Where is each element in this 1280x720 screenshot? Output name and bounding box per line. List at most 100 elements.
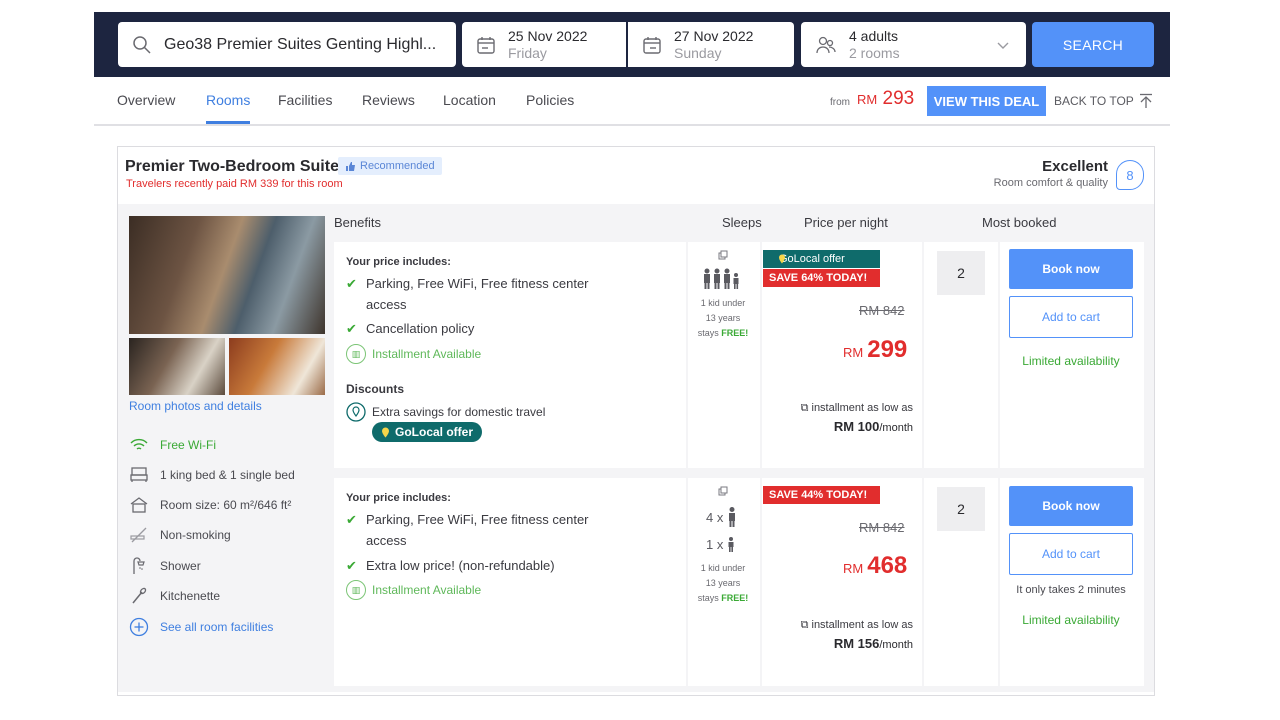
discount-tag: SAVE 44% TODAY! <box>763 486 880 504</box>
discount-item: Extra savings for domestic travel <box>346 402 545 422</box>
benefit-item[interactable]: ✔ Cancellation policy <box>346 318 676 339</box>
search-icon <box>133 35 151 54</box>
add-to-cart-button[interactable]: Add to cart <box>1009 533 1133 575</box>
booking-time-note: It only takes 2 minutes <box>1016 584 1126 596</box>
room-photo-main[interactable] <box>129 216 325 334</box>
price-includes-title: Your price includes: <box>346 492 451 504</box>
active-tab-indicator <box>206 121 250 124</box>
back-to-top-link[interactable]: BACK TO TOP <box>1054 93 1153 109</box>
book-now-button[interactable]: Book now <box>1009 486 1133 526</box>
discounts-title: Discounts <box>346 382 405 396</box>
rooms-count: 2 rooms <box>849 44 900 61</box>
rating-score: 8 <box>1116 160 1144 190</box>
facility-shower: Shower <box>129 557 201 575</box>
hotel-name: Geo38 Premier Suites Genting Highl... <box>164 35 437 53</box>
shower-icon <box>133 557 145 574</box>
wifi-icon <box>130 438 148 450</box>
child-icon <box>728 537 734 552</box>
house-icon <box>130 497 148 513</box>
info-icon[interactable] <box>718 250 728 260</box>
facility-beds: 1 king bed & 1 single bed <box>129 467 295 483</box>
rating-subtitle: Room comfort & quality <box>993 177 1108 189</box>
facility-room-size: Room size: 60 m²/646 ft² <box>129 497 291 513</box>
facility-kitchenette: Kitchenette <box>129 587 220 605</box>
facility-wifi: Free Wi-Fi <box>129 438 216 452</box>
tab-rooms[interactable]: Rooms <box>206 92 250 108</box>
installment-amount: RM 156/month <box>833 636 913 651</box>
info-icon[interactable] <box>718 486 728 496</box>
room-title: Premier Two-Bedroom Suite <box>125 158 339 175</box>
calendar-icon <box>477 36 495 54</box>
people-icon <box>816 36 836 53</box>
checkin-date-picker[interactable]: 25 Nov 2022 Friday <box>462 22 626 67</box>
availability-status: Limited availability <box>1022 354 1120 368</box>
tab-policies[interactable]: Policies <box>526 92 574 108</box>
see-all-facilities-link[interactable]: See all room facilities <box>129 617 273 637</box>
kid-policy: 1 kid under 13 years stays FREE! <box>697 563 749 603</box>
header-price: Price per night <box>804 215 888 230</box>
installment-info[interactable]: ▥ Installment Available <box>346 344 481 364</box>
guests-selector[interactable]: 4 adults 2 rooms <box>801 22 1026 67</box>
installment-icon: ▥ <box>346 580 366 600</box>
search-button[interactable]: SEARCH <box>1032 22 1154 67</box>
checkout-day: Sunday <box>674 44 722 61</box>
benefit-item: ✔ Parking, Free WiFi, Free fitness center… <box>346 276 589 312</box>
recent-price-note: Travelers recently paid RM 339 for this … <box>126 178 343 190</box>
adult-occupancy: 4 x <box>706 507 737 527</box>
installment-icon: ▥ <box>346 344 366 364</box>
room-quantity-select[interactable]: 2 <box>937 251 985 295</box>
header-sleeps: Sleeps <box>722 215 762 230</box>
recommended-badge: Recommended <box>338 157 442 175</box>
golocal-badge: GoLocal offer <box>372 422 483 442</box>
tab-reviews[interactable]: Reviews <box>362 92 415 108</box>
tab-overview[interactable]: Overview <box>117 92 175 108</box>
from-label: from <box>830 97 850 108</box>
header-most-booked: Most booked <box>982 215 1057 230</box>
price-includes-title: Your price includes: <box>346 256 451 268</box>
installment-text: ⧉ installment as low as <box>800 619 913 631</box>
discounted-price: RM 468 <box>843 552 908 579</box>
checkout-date-picker[interactable]: 27 Nov 2022 Sunday <box>628 22 794 67</box>
from-price: RM 293 <box>857 88 915 109</box>
kid-policy: 1 kid under 13 years stays FREE! <box>697 298 749 338</box>
installment-amount: RM 100/month <box>833 419 913 434</box>
original-price: RM 842 <box>859 520 905 535</box>
tab-location[interactable]: Location <box>443 92 496 108</box>
thumbs-up-icon <box>346 161 355 171</box>
room-photo-thumb[interactable] <box>129 338 225 395</box>
header-benefits: Benefits <box>334 215 381 230</box>
benefit-item: ✔ Parking, Free WiFi, Free fitness center… <box>346 512 589 548</box>
facility-non-smoking: Non-smoking <box>129 527 231 543</box>
original-price: RM 842 <box>859 303 905 318</box>
benefit-item[interactable]: ✔ Extra low price! (non-refundable) <box>346 555 676 576</box>
book-now-button[interactable]: Book now <box>1009 249 1133 289</box>
room-quantity-select[interactable]: 2 <box>937 487 985 531</box>
checkout-date: 27 Nov 2022 <box>674 27 754 44</box>
installment-text: ⧉ installment as low as <box>800 402 913 414</box>
kid-occupancy: 1 x <box>706 537 735 552</box>
discount-tag: SAVE 64% TODAY! <box>763 269 880 287</box>
calendar-icon <box>643 36 661 54</box>
checkin-day: Friday <box>508 44 547 61</box>
pin-icon <box>382 427 389 437</box>
room-photos-link[interactable]: Room photos and details <box>129 399 262 413</box>
plus-circle-icon <box>129 617 149 637</box>
pin-icon <box>779 254 785 264</box>
hotel-search-input[interactable]: Geo38 Premier Suites Genting Highl... <box>118 22 456 67</box>
room-photo-thumb[interactable] <box>229 338 325 395</box>
checkin-date: 25 Nov 2022 <box>508 27 588 44</box>
guests-count: 4 adults <box>849 27 899 44</box>
view-deal-button[interactable]: VIEW THIS DEAL <box>927 86 1046 116</box>
adult-icon <box>729 507 736 527</box>
arrow-up-icon <box>1139 93 1152 108</box>
rating-label: Excellent <box>1042 158 1108 175</box>
occupancy-icon <box>704 268 739 289</box>
location-pin-icon <box>346 402 366 422</box>
installment-info[interactable]: ▥ Installment Available <box>346 580 481 600</box>
add-to-cart-button[interactable]: Add to cart <box>1009 296 1133 338</box>
bed-icon <box>130 467 148 482</box>
chevron-down-icon <box>997 42 1009 49</box>
discounted-price: RM 299 <box>843 336 908 363</box>
availability-status: Limited availability <box>1022 613 1120 627</box>
tab-facilities[interactable]: Facilities <box>278 92 332 108</box>
